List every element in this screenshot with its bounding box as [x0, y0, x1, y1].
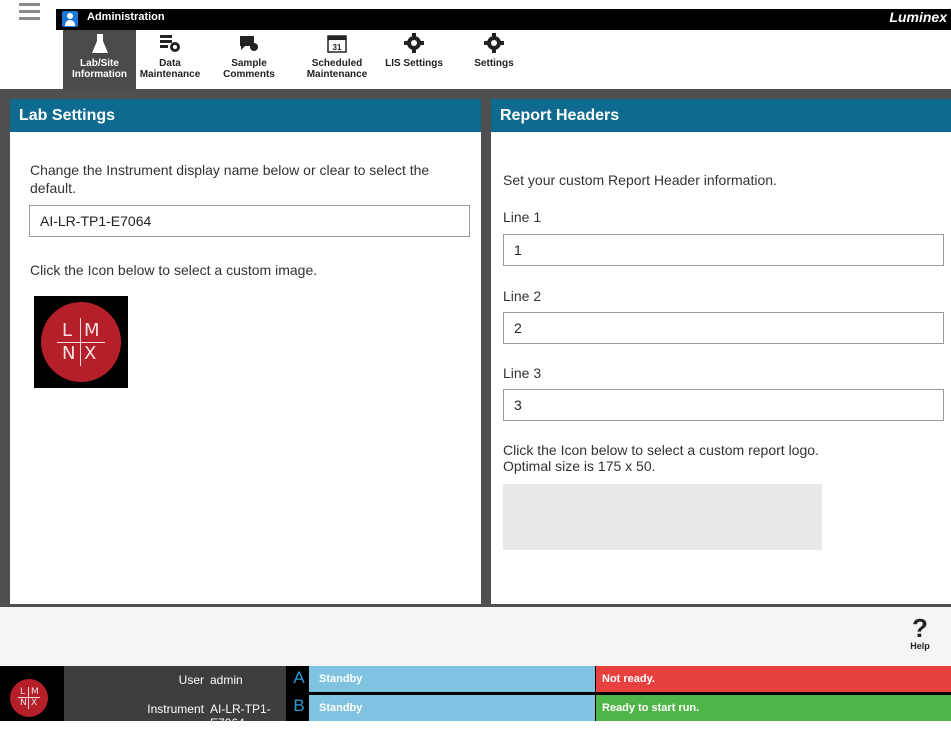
app-title: Administration [87, 11, 165, 23]
well-b-status[interactable]: Standby [309, 695, 595, 721]
system-status-not-ready[interactable]: Not ready. [596, 666, 951, 692]
content-area: Lab Settings Change the Instrument displ… [0, 89, 951, 607]
custom-image-button[interactable]: L M N X [34, 296, 128, 388]
user-icon [62, 11, 78, 27]
instrument-label: Instrument [147, 702, 204, 716]
hamburger-menu-icon[interactable] [0, 0, 56, 30]
line-1-input[interactable]: 1 [503, 234, 944, 266]
brand-logo: Luminex [889, 9, 947, 25]
help-strip: ? Help [0, 607, 951, 666]
comment-icon [214, 33, 284, 55]
logo-letter: M [84, 320, 100, 341]
line-3-label: Line 3 [503, 365, 542, 381]
tab-label: Information [72, 69, 127, 80]
well-a-status[interactable]: Standby [309, 666, 595, 692]
report-headers-title: Report Headers [491, 99, 951, 132]
tab-label: Settings [474, 58, 514, 69]
report-headers-panel: Report Headers Set your custom Report He… [491, 99, 951, 604]
line-2-input[interactable]: 2 [503, 312, 944, 344]
gear-icon [464, 33, 524, 55]
logo-letter: L [20, 687, 26, 697]
line-3-input[interactable]: 3 [503, 389, 944, 421]
logo-letter: X [84, 343, 97, 364]
line-1-label: Line 1 [503, 209, 542, 225]
gear-icon [384, 33, 444, 55]
tab-label: Scheduled [311, 58, 363, 69]
lab-settings-panel: Lab Settings Change the Instrument displ… [10, 99, 481, 604]
tab-label: Maintenance [306, 69, 368, 80]
tab-data-maintenance[interactable]: Data Maintenance [136, 30, 204, 89]
tab-lis-settings[interactable]: LIS Settings [384, 30, 444, 89]
calendar-icon: 31 [294, 33, 380, 55]
tab-bar: Lab/Site Information Data Maintenance Sa… [0, 30, 951, 89]
logo-letter: M [31, 687, 39, 697]
tab-sample-comments[interactable]: Sample Comments [214, 30, 284, 89]
data-gear-icon [136, 33, 204, 55]
user-label: User [178, 673, 204, 687]
tab-label: Comments [223, 69, 275, 80]
tab-label: Lab/Site [80, 58, 119, 69]
status-bar: L M N X User admin Instrument AI-LR-TP1-… [0, 666, 951, 730]
tab-scheduled-maintenance[interactable]: 31 Scheduled Maintenance [294, 30, 380, 89]
help-button[interactable]: ? Help [905, 615, 935, 655]
instrument-value: AI-LR-TP1-E7064 [210, 702, 271, 730]
system-status-ready[interactable]: Ready to start run. [596, 695, 951, 721]
calendar-day: 31 [333, 43, 342, 52]
top-bar: Administration Luminex [0, 0, 951, 30]
instrument-name-input[interactable]: AI-LR-TP1-E7064 [29, 205, 470, 237]
tab-label: LIS Settings [385, 58, 443, 69]
tab-label: Sample [231, 58, 267, 69]
report-header-instruction: Set your custom Report Header informatio… [503, 172, 777, 188]
logo-letter: N [20, 698, 27, 708]
lab-settings-title: Lab Settings [10, 99, 481, 132]
logo-letter: N [62, 343, 76, 364]
help-label: Help [910, 641, 930, 651]
user-value: admin [210, 673, 243, 687]
title-strip [56, 9, 951, 30]
well-a-letter: A [293, 668, 305, 687]
logo-letter: L [62, 320, 73, 341]
line-2-label: Line 2 [503, 288, 542, 304]
custom-image-instruction: Click the Icon below to select a custom … [30, 262, 318, 278]
tab-label: Data [159, 58, 181, 69]
tab-settings[interactable]: Settings [464, 30, 524, 89]
help-icon: ? [912, 613, 928, 643]
tab-lab-site-information[interactable]: Lab/Site Information [63, 30, 136, 89]
custom-report-logo-button[interactable] [503, 484, 822, 550]
lmnx-logo-icon: L M N X [10, 679, 48, 717]
logo-letter: X [31, 698, 38, 708]
flask-icon [63, 33, 136, 55]
tab-label: Maintenance [139, 69, 201, 80]
lmnx-logo-icon: L M N X [41, 302, 121, 382]
instrument-name-instruction: Change the Instrument display name below… [30, 162, 430, 196]
report-logo-size-hint: Optimal size is 175 x 50. [503, 458, 656, 474]
user-instrument-info: User admin Instrument AI-LR-TP1-E7064 [64, 666, 286, 730]
well-b-letter: B [293, 696, 305, 715]
